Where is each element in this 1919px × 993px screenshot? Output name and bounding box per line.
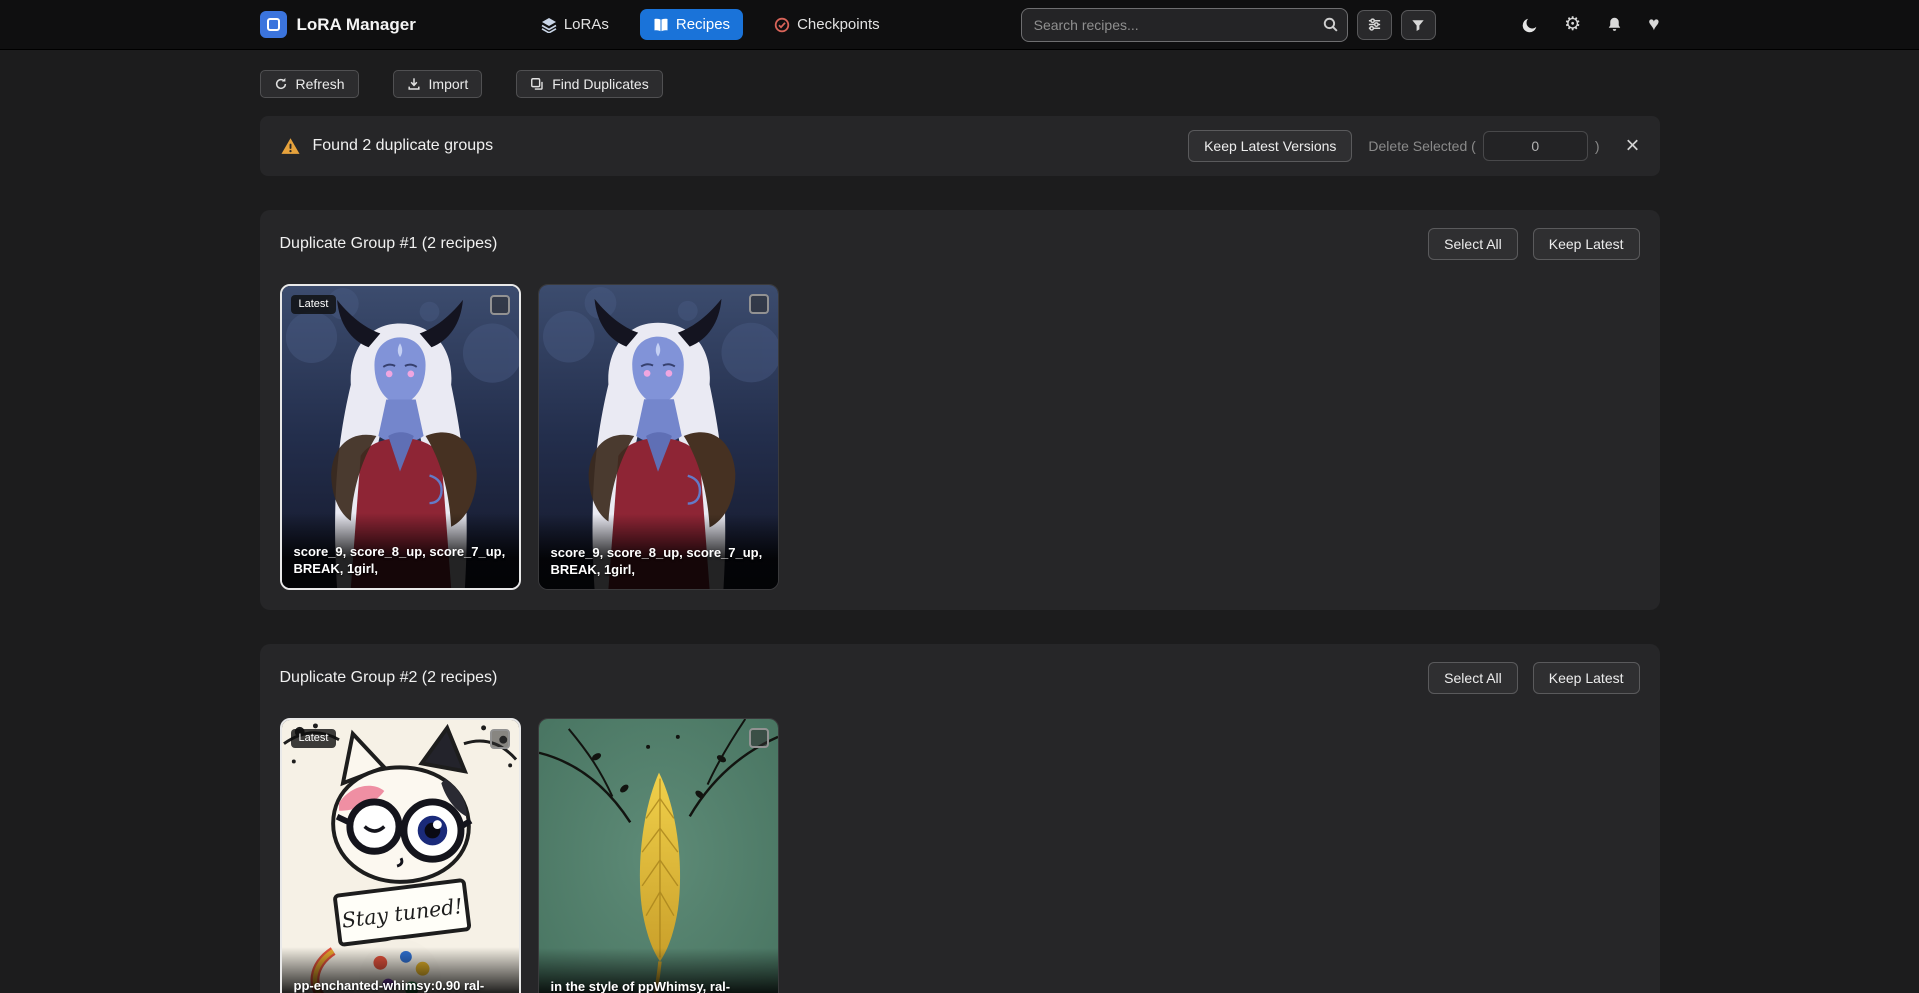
find-duplicates-button[interactable]: Find Duplicates [516,70,663,98]
nav-tab-label: LoRAs [564,16,609,33]
refresh-icon [274,77,288,91]
recipe-caption-text: pp-enchanted-whimsy:0.90 ral-frctlgmtry_… [294,977,507,993]
find-duplicates-label: Find Duplicates [552,76,649,92]
delete-selected-control: Delete Selected ( ) [1368,131,1599,161]
select-checkbox[interactable] [749,294,769,314]
duplicate-group-1: Duplicate Group #1 (2 recipes) Select Al… [260,210,1660,610]
search-bar [1021,8,1348,42]
import-button[interactable]: Import [393,70,483,98]
duplicate-group-2: Duplicate Group #2 (2 recipes) Select Al… [260,644,1660,993]
search-button[interactable] [1322,16,1339,33]
duplicates-icon [530,77,544,91]
main-content: Refresh Import Find Duplicates Found 2 d… [260,70,1660,993]
sliders-icon [1367,17,1382,32]
theme-toggle-button[interactable] [1521,16,1539,34]
nav-tab-recipes[interactable]: Recipes [640,9,743,40]
app-logo-icon [260,11,287,38]
recipe-caption: score_9, score_8_up, score_7_up, BREAK, … [282,513,519,588]
recipe-caption-text: score_9, score_8_up, score_7_up, BREAK, … [551,544,766,578]
delete-selected-label: Delete Selected ( [1368,138,1475,154]
notifications-button[interactable] [1606,16,1623,33]
refresh-button[interactable]: Refresh [260,70,359,98]
duplicates-banner: Found 2 duplicate groups Keep Latest Ver… [260,116,1660,176]
app-brand: LoRA Manager [260,11,416,38]
recipe-caption: pp-enchanted-whimsy:0.90 ral-frctlgmtry_… [282,947,519,993]
favorites-button[interactable]: ♥ [1648,15,1659,34]
banner-message: Found 2 duplicate groups [313,137,494,155]
toolbar: Refresh Import Find Duplicates [260,70,1660,98]
group-actions: Select All Keep Latest [1428,662,1639,694]
latest-badge: Latest [291,729,337,748]
select-checkbox[interactable] [749,728,769,748]
import-label: Import [429,76,469,92]
recipe-card[interactable]: Latest score_9, score_8_up, score_7_up, … [280,284,521,590]
keep-latest-button[interactable]: Keep Latest [1533,662,1640,694]
recipe-caption-text: score_9, score_8_up, score_7_up, BREAK, … [294,543,507,577]
gear-icon: ⚙ [1564,15,1581,34]
banner-actions: Keep Latest Versions Delete Selected ( )… [1188,130,1639,162]
search-input[interactable] [1021,8,1348,42]
checkpoint-icon [774,17,790,33]
header-icon-group: ⚙ ♥ [1521,15,1659,34]
recipe-card[interactable]: Latest pp-enchanted-whimsy:0.90 ral-frct… [280,718,521,993]
keep-latest-button[interactable]: Keep Latest [1533,228,1640,260]
select-checkbox[interactable] [490,729,510,749]
group-2-header: Duplicate Group #2 (2 recipes) Select Al… [280,662,1640,694]
heart-icon: ♥ [1648,15,1659,34]
group-title: Duplicate Group #2 (2 recipes) [280,669,498,687]
recipe-caption: in the style of ppWhimsy, ral-frctlgmtry… [539,948,778,993]
keep-latest-versions-button[interactable]: Keep Latest Versions [1188,130,1352,162]
import-icon [407,77,421,91]
group-actions: Select All Keep Latest [1428,228,1639,260]
settings-button[interactable]: ⚙ [1564,15,1581,34]
recipe-caption: score_9, score_8_up, score_7_up, BREAK, … [539,514,778,589]
bell-icon [1606,16,1623,33]
app-header: LoRA Manager LoRAs Recipes Checkpoints [0,0,1919,50]
refresh-label: Refresh [296,76,345,92]
search-options-button[interactable] [1357,10,1392,40]
nav-tab-loras[interactable]: LoRAs [528,9,622,40]
nav-tab-checkpoints[interactable]: Checkpoints [761,9,893,40]
layers-icon [541,17,557,33]
nav-tab-label: Checkpoints [797,16,880,33]
nav-tab-label: Recipes [676,16,730,33]
book-icon [653,17,669,33]
latest-badge: Latest [291,295,337,314]
delete-selected-label-suffix: ) [1595,138,1600,154]
search-icon [1322,16,1339,33]
main-nav: LoRAs Recipes Checkpoints [528,9,893,40]
app-title: LoRA Manager [297,15,416,35]
group-1-header: Duplicate Group #1 (2 recipes) Select Al… [280,228,1640,260]
warning-icon [280,136,301,157]
page: { "colors": { "accent_blue": "#1a73d9", … [0,0,1919,993]
recipe-card[interactable]: in the style of ppWhimsy, ral-frctlgmtry… [538,718,779,993]
delete-count-input[interactable] [1483,131,1588,161]
select-checkbox[interactable] [490,295,510,315]
recipe-caption-text: in the style of ppWhimsy, ral-frctlgmtry… [551,978,766,993]
filter-button[interactable] [1401,10,1436,40]
filter-icon [1411,18,1425,32]
moon-icon [1521,16,1539,34]
group-1-cards: Latest score_9, score_8_up, score_7_up, … [280,284,1640,590]
group-2-cards: Latest pp-enchanted-whimsy:0.90 ral-frct… [280,718,1640,993]
close-icon[interactable]: × [1625,134,1639,158]
group-title: Duplicate Group #1 (2 recipes) [280,235,498,253]
recipe-card[interactable]: score_9, score_8_up, score_7_up, BREAK, … [538,284,779,590]
select-all-button[interactable]: Select All [1428,228,1518,260]
select-all-button[interactable]: Select All [1428,662,1518,694]
